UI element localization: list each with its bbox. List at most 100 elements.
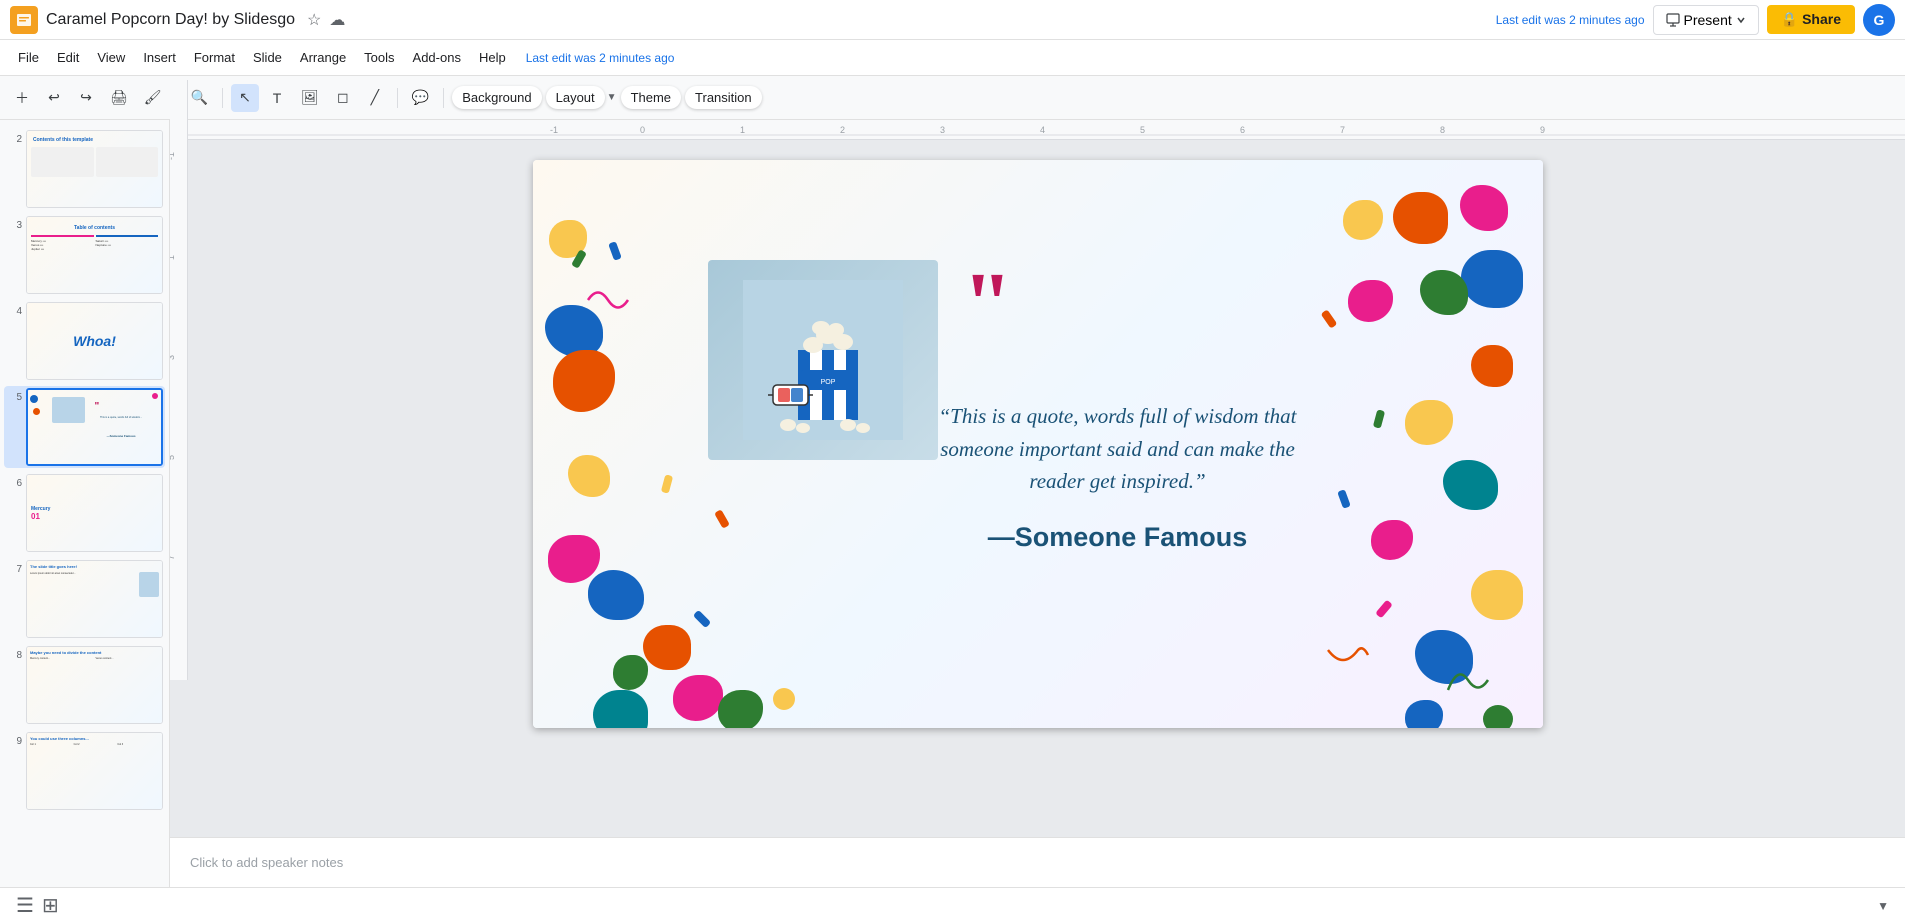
star-icon[interactable]: ☆ [307,10,321,30]
blob-green-2 [718,690,763,728]
chevron-down-icon [1736,15,1746,25]
layout-button[interactable]: Layout [546,86,605,109]
present-button[interactable]: Present [1653,5,1759,35]
slide-view-button[interactable]: ☰ [16,893,34,918]
undo-button[interactable]: ↩ [40,84,68,112]
title-bar: Caramel Popcorn Day! by Slidesgo ☆ ☁ Las… [0,0,1905,40]
slide-thumb-9[interactable]: 9 You could use three columns... Col 1 C… [4,730,165,812]
blob-pink-1 [548,535,600,583]
slide-thumb-7[interactable]: 7 The slide title goes here! Lorem ipsum… [4,558,165,640]
blob-orange-tr [1393,192,1448,244]
slide-preview-3: Table of contents Mercury ••• Venus ••• … [26,216,163,294]
blob-blue-2 [588,570,644,620]
main-area: 2 Contents of this template 3 Table of c… [0,120,1905,887]
confetti-5 [660,474,672,493]
menu-bar: File Edit View Insert Format Slide Arran… [0,40,1905,76]
slide-preview-5: " This is a quote, words full of wisdom.… [26,388,163,466]
menu-view[interactable]: View [89,46,133,69]
quote-author: —Someone Famous [913,522,1323,553]
slide-thumb-4[interactable]: 4 Whoa! [4,300,165,382]
ruler-marks: -1 0 1 2 3 4 5 6 7 8 9 [170,120,1905,140]
menu-tools[interactable]: Tools [356,46,402,69]
blob-orange-1 [553,350,615,412]
shapes-button[interactable]: ◻ [329,84,357,112]
svg-text:7: 7 [1340,125,1345,135]
slide-thumb-3[interactable]: 3 Table of contents Mercury ••• Venus ••… [4,214,165,296]
slide-background: POP [533,160,1543,728]
confetti-r3 [1372,409,1384,428]
add-slide-button[interactable]: ＋ [8,84,36,112]
print-button[interactable]: 🖨 [104,84,134,112]
blob-yellow-rm [1405,400,1453,445]
svg-text:-1: -1 [170,152,176,160]
share-label: Share [1802,11,1841,27]
text-box-button[interactable]: T [263,84,291,112]
menu-slide[interactable]: Slide [245,46,290,69]
svg-text:0: 0 [640,125,645,135]
bottom-right: ▼ [1877,899,1889,913]
quote-text: “This is a quote, words full of wisdom t… [913,400,1323,498]
present-icon [1666,13,1680,27]
layout-button-group[interactable]: Layout ▼ [546,86,617,109]
title-actions: Last edit was 2 minutes ago Present 🔒 Sh… [1486,4,1895,36]
image-button[interactable]: 🖼 [295,84,325,112]
menu-addons[interactable]: Add-ons [405,46,469,69]
menu-format[interactable]: Format [186,46,243,69]
menu-edit[interactable]: Edit [49,46,87,69]
speaker-notes-placeholder[interactable]: Click to add speaker notes [190,855,343,870]
slide-thumb-6[interactable]: 6 Mercury 01 [4,472,165,554]
slide-number-5: 5 [6,388,22,403]
menu-arrange[interactable]: Arrange [292,46,354,69]
zoom-button[interactable]: 🔍 [185,84,214,112]
horizontal-ruler: -1 0 1 2 3 4 5 6 7 8 9 [170,120,1905,140]
redo-button[interactable]: ↪ [72,84,100,112]
svg-text:7: 7 [170,555,176,560]
current-slide[interactable]: POP [533,160,1543,728]
blob-green-br2 [1483,705,1513,728]
svg-text:POP: POP [820,379,835,386]
slide-thumb-8[interactable]: 8 Maybe you need to divide the content M… [4,644,165,726]
background-button[interactable]: Background [452,86,541,109]
blob-green-1 [613,655,648,690]
blob-orange-2 [643,625,691,670]
toolbar-separator-3 [397,88,398,108]
comment-button[interactable]: 💬 [406,84,435,112]
toolbar-separator-4 [443,88,444,108]
svg-text:2: 2 [840,125,845,135]
slide-number-4: 4 [6,302,22,317]
select-tool[interactable]: ↖ [231,84,259,112]
blob-yellow-sm-1 [773,688,795,710]
present-button-group[interactable]: Present [1653,5,1759,35]
present-label: Present [1684,12,1732,28]
confetti-r2 [1320,309,1337,328]
speaker-notes-area[interactable]: Click to add speaker notes [170,837,1905,887]
slide-preview-8: Maybe you need to divide the content Mer… [26,646,163,724]
slide-number-6: 6 [6,474,22,489]
slide-number-2: 2 [6,130,22,145]
canvas-scroll[interactable]: -1 1 3 5 7 [170,140,1905,837]
menu-help[interactable]: Help [471,46,514,69]
transition-button[interactable]: Transition [685,86,762,109]
blob-pink-tr [1460,185,1508,231]
share-button[interactable]: 🔒 Share [1767,5,1855,34]
vertical-ruler: -1 1 3 5 7 [170,140,188,680]
slide-thumb-2[interactable]: 2 Contents of this template [4,128,165,210]
theme-button[interactable]: Theme [621,86,681,109]
blob-pink-tr2 [1348,280,1393,322]
grid-view-button[interactable]: ⊞ [42,893,59,918]
menu-insert[interactable]: Insert [135,46,184,69]
folder-icon[interactable]: ☁ [329,10,345,30]
slide-thumb-5[interactable]: 5 " This is a quote, words full of wisdo… [4,386,165,468]
svg-text:3: 3 [170,355,176,360]
line-button[interactable]: ╱ [361,84,389,112]
slide-preview-9: You could use three columns... Col 1 Col… [26,732,163,810]
paint-format-button[interactable]: 🖌 [138,84,168,112]
slide-panel: 2 Contents of this template 3 Table of c… [0,120,170,887]
quote-text-container: “This is a quote, words full of wisdom t… [913,400,1323,553]
document-title: Caramel Popcorn Day! by Slidesgo [46,11,295,29]
user-avatar[interactable]: G [1863,4,1895,36]
toolbar-separator-2 [222,88,223,108]
popcorn-image: POP [708,260,938,460]
menu-file[interactable]: File [10,46,47,69]
svg-text:-1: -1 [550,125,558,135]
